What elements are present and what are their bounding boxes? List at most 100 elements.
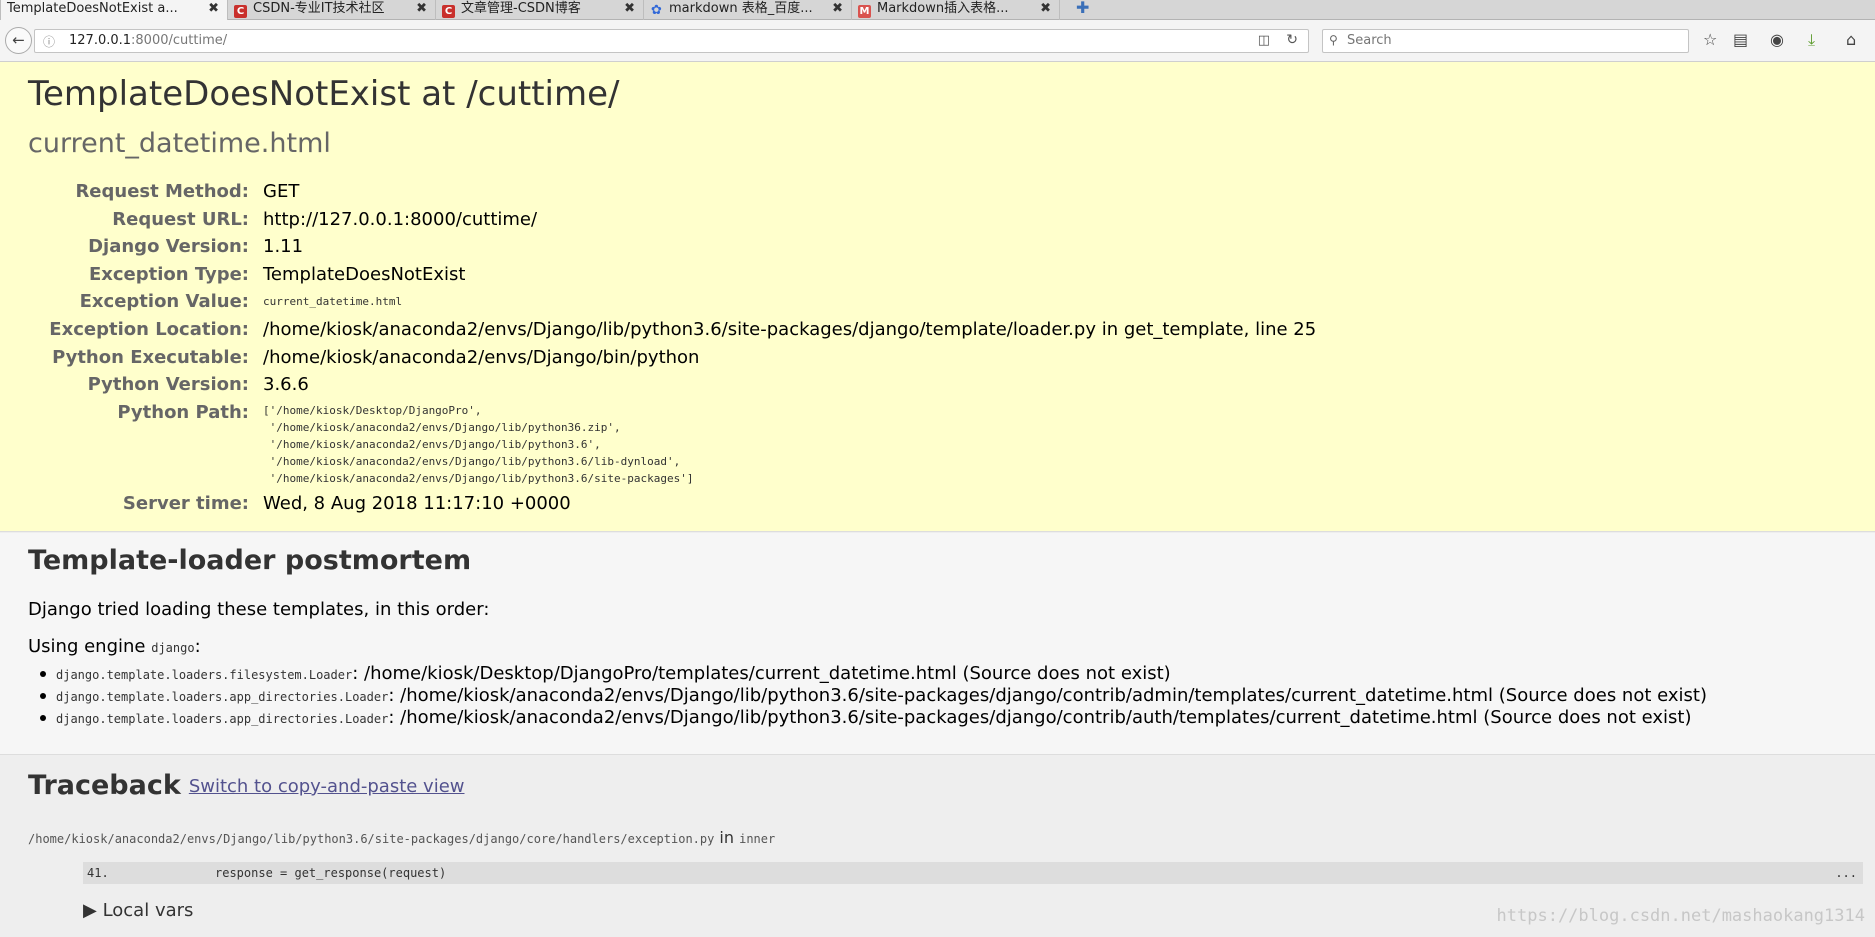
engine-prefix: Using engine (28, 636, 152, 657)
loader-name: django.template.loaders.app_directories.… (56, 690, 389, 704)
meta-key: Python Version: (87, 374, 249, 395)
loader-name: django.template.loaders.app_directories.… (56, 712, 389, 726)
meta-key: Exception Location: (49, 319, 249, 340)
pocket-icon[interactable]: ◉ (1770, 31, 1784, 49)
error-summary: TemplateDoesNotExist at /cuttime/ curren… (0, 62, 1875, 532)
traceback-title: Traceback (28, 770, 181, 801)
meta-row: Python Version: 3.6.6 (0, 374, 1875, 400)
search-input[interactable] (1347, 33, 1677, 48)
meta-row: Python Executable: /home/kiosk/anaconda2… (0, 347, 1875, 373)
template-loader-postmortem: Template-loader postmortem Django tried … (0, 533, 1875, 755)
frame-header: /home/kiosk/anaconda2/envs/Django/lib/py… (28, 828, 775, 847)
meta-row: Exception Type: TemplateDoesNotExist (0, 264, 1875, 290)
meta-value: current_datetime.html (263, 295, 403, 308)
info-icon[interactable]: ⓘ (43, 33, 55, 50)
engine-suffix: : (194, 636, 201, 657)
meta-key: Server time: (122, 493, 249, 514)
close-tab-icon[interactable]: ✖ (832, 0, 843, 17)
meta-value: 3.6.6 (263, 374, 309, 395)
tab-title: 文章管理-CSDN博客 (461, 1, 581, 16)
watermark: https://blog.csdn.net/mashaokang1314 (1496, 906, 1865, 926)
meta-key: Request Method: (75, 181, 249, 202)
loader-list: django.template.loaders.filesystem.Loade… (36, 663, 1866, 729)
url-path: :8000/cuttime/ (131, 33, 228, 48)
navigation-toolbar: ← ⓘ 127.0.0.1:8000/cuttime/ ◫ ↻ ⚲ ☆ ▤ ◉ … (0, 20, 1875, 62)
meta-key: Exception Value: (79, 291, 249, 312)
page-title: TemplateDoesNotExist at /cuttime/ (28, 74, 620, 114)
list-item: django.template.loaders.filesystem.Loade… (36, 663, 1866, 685)
reading-list-icon[interactable]: ▤ (1733, 31, 1748, 49)
section-title: Traceback Switch to copy-and-paste view (28, 770, 465, 801)
meta-row: Exception Value: current_datetime.html (0, 291, 1875, 317)
engine-name: django (151, 641, 195, 655)
back-arrow-icon[interactable]: ← (5, 27, 32, 54)
close-tab-icon[interactable]: ✖ (416, 0, 427, 17)
search-bar[interactable]: ⚲ (1322, 29, 1689, 53)
tab-title: CSDN-专业IT技术社区 (253, 1, 385, 16)
search-icon: ⚲ (1329, 33, 1338, 47)
csdn-icon: C (442, 5, 455, 18)
expand-context-button[interactable]: ... (1835, 866, 1857, 880)
close-tab-icon[interactable]: ✖ (208, 0, 219, 17)
frame-function: inner (739, 832, 776, 846)
python-path-value: ['/home/kiosk/Desktop/DjangoPro', '/home… (263, 404, 694, 485)
meta-value: 1.11 (263, 236, 304, 257)
reload-icon[interactable]: ↻ (1286, 32, 1298, 48)
section-title: Template-loader postmortem (28, 545, 472, 576)
meta-row: Request URL: http://127.0.0.1:8000/cutti… (0, 209, 1875, 235)
list-item: django.template.loaders.app_directories.… (36, 707, 1866, 729)
meta-value: /home/kiosk/anaconda2/envs/Django/bin/py… (263, 347, 700, 368)
meta-row: Server time: Wed, 8 Aug 2018 11:17:10 +0… (0, 493, 1875, 519)
meta-value: /home/kiosk/anaconda2/envs/Django/lib/py… (263, 319, 1317, 340)
meta-row: Django Version: 1.11 (0, 236, 1875, 262)
tab-django-error[interactable]: TemplateDoesNotExist a... ✖ (0, 0, 228, 21)
list-item: django.template.loaders.app_directories.… (36, 685, 1866, 707)
url-text[interactable]: 127.0.0.1:8000/cuttime/ (69, 33, 227, 48)
meta-value: http://127.0.0.1:8000/cuttime/ (263, 209, 538, 230)
meta-value: GET (263, 181, 300, 202)
local-vars-toggle[interactable]: ▶ Local vars (83, 900, 193, 921)
tab-markdown[interactable]: M Markdown插入表格... ✖ (852, 0, 1060, 20)
meta-row: Request Method: GET (0, 181, 1875, 207)
meta-row: Exception Location: /home/kiosk/anaconda… (0, 319, 1875, 345)
loader-path: : /home/kiosk/anaconda2/envs/Django/lib/… (388, 685, 1707, 706)
meta-key: Python Executable: (52, 347, 249, 368)
bookmark-star-icon[interactable]: ☆ (1703, 31, 1717, 49)
context-line[interactable]: 41. response = get_response(request) ... (83, 862, 1863, 884)
close-tab-icon[interactable]: ✖ (624, 0, 635, 17)
address-bar[interactable]: ⓘ 127.0.0.1:8000/cuttime/ ◫ ↻ (34, 29, 1309, 53)
engine-line: Using engine django: (28, 636, 201, 657)
line-number: 41. (87, 866, 109, 880)
reader-view-icon[interactable]: ◫ (1258, 33, 1270, 48)
meta-key: Exception Type: (88, 264, 249, 285)
loader-path: : /home/kiosk/Desktop/DjangoPro/template… (352, 663, 1171, 684)
tab-baidu[interactable]: ✿ markdown 表格_百度... ✖ (644, 0, 852, 20)
loader-name: django.template.loaders.filesystem.Loade… (56, 668, 353, 682)
exception-value-heading: current_datetime.html (28, 128, 331, 159)
close-tab-icon[interactable]: ✖ (1040, 0, 1051, 17)
new-tab-icon[interactable]: ✚ (1076, 0, 1089, 16)
frame-file-path: /home/kiosk/anaconda2/envs/Django/lib/py… (28, 832, 715, 846)
meta-row-python-path: Python Path: ['/home/kiosk/Desktop/Djang… (0, 402, 1875, 485)
meta-key: Request URL: (112, 209, 249, 230)
site-icon: M (858, 5, 871, 18)
tab-strip: TemplateDoesNotExist a... ✖ C CSDN-专业IT技术… (0, 0, 1875, 21)
loader-path: : /home/kiosk/anaconda2/envs/Django/lib/… (388, 707, 1692, 728)
meta-key: Django Version: (88, 236, 249, 257)
postmortem-intro: Django tried loading these templates, in… (28, 599, 490, 620)
meta-key: Python Path: (117, 402, 249, 423)
frame-in-text: in (714, 828, 740, 847)
line-code: response = get_response(request) (215, 866, 447, 880)
tab-csdn-blog[interactable]: C 文章管理-CSDN博客 ✖ (436, 0, 644, 20)
home-icon[interactable]: ⌂ (1846, 31, 1856, 49)
meta-value: TemplateDoesNotExist (263, 264, 466, 285)
tab-title: Markdown插入表格... (877, 1, 1009, 16)
meta-value: Wed, 8 Aug 2018 11:17:10 +0000 (263, 493, 571, 514)
download-icon[interactable]: ⤓ (1808, 31, 1815, 49)
baidu-paw-icon: ✿ (651, 3, 662, 18)
tab-title: markdown 表格_百度... (669, 1, 813, 16)
tab-title: TemplateDoesNotExist a... (7, 1, 178, 16)
switch-copy-paste-link[interactable]: Switch to copy-and-paste view (189, 776, 465, 797)
csdn-icon: C (234, 5, 247, 18)
tab-csdn[interactable]: C CSDN-专业IT技术社区 ✖ (228, 0, 436, 20)
